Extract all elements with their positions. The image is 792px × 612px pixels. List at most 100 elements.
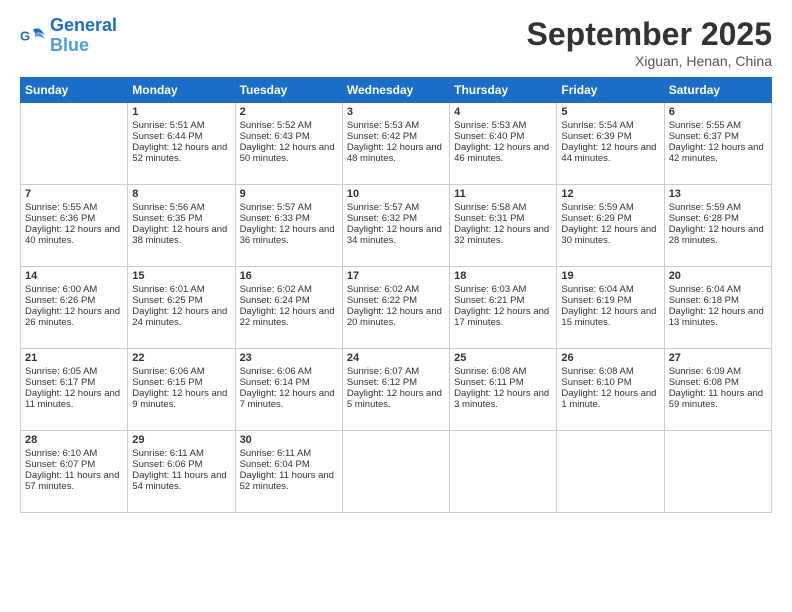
sunset-label: Sunset: 6:40 PM [454, 131, 524, 142]
sunset-label: Sunset: 6:35 PM [132, 213, 202, 224]
day-number: 27 [669, 352, 767, 364]
daylight-label: Daylight: 12 hours and 38 minutes. [132, 224, 227, 246]
sunrise-label: Sunrise: 6:00 AM [25, 284, 97, 295]
sunset-label: Sunset: 6:33 PM [240, 213, 310, 224]
calendar-day-cell: 24 Sunrise: 6:07 AM Sunset: 6:12 PM Dayl… [342, 349, 449, 431]
sunset-label: Sunset: 6:22 PM [347, 295, 417, 306]
sunrise-label: Sunrise: 6:11 AM [240, 448, 312, 459]
calendar-day-cell: 16 Sunrise: 6:02 AM Sunset: 6:24 PM Dayl… [235, 267, 342, 349]
sunset-label: Sunset: 6:12 PM [347, 377, 417, 388]
day-number: 10 [347, 188, 445, 200]
sunset-label: Sunset: 6:36 PM [25, 213, 95, 224]
logo-icon: G [20, 22, 48, 50]
weekday-header: Monday [128, 78, 235, 103]
calendar-day-cell: 10 Sunrise: 5:57 AM Sunset: 6:32 PM Dayl… [342, 185, 449, 267]
sunset-label: Sunset: 6:06 PM [132, 459, 202, 470]
day-number: 15 [132, 270, 230, 282]
sunrise-label: Sunrise: 5:54 AM [561, 120, 633, 131]
sunrise-label: Sunrise: 5:51 AM [132, 120, 204, 131]
day-number: 16 [240, 270, 338, 282]
sunrise-label: Sunrise: 5:56 AM [132, 202, 204, 213]
day-number: 13 [669, 188, 767, 200]
sunrise-label: Sunrise: 5:52 AM [240, 120, 312, 131]
daylight-label: Daylight: 11 hours and 52 minutes. [240, 470, 334, 492]
sunset-label: Sunset: 6:18 PM [669, 295, 739, 306]
sunrise-label: Sunrise: 6:04 AM [561, 284, 633, 295]
calendar-day-cell: 20 Sunrise: 6:04 AM Sunset: 6:18 PM Dayl… [664, 267, 771, 349]
sunset-label: Sunset: 6:31 PM [454, 213, 524, 224]
day-number: 6 [669, 106, 767, 118]
sunset-label: Sunset: 6:42 PM [347, 131, 417, 142]
day-number: 3 [347, 106, 445, 118]
sunset-label: Sunset: 6:10 PM [561, 377, 631, 388]
day-number: 12 [561, 188, 659, 200]
calendar-day-cell: 18 Sunrise: 6:03 AM Sunset: 6:21 PM Dayl… [450, 267, 557, 349]
sunset-label: Sunset: 6:29 PM [561, 213, 631, 224]
calendar-day-cell: 15 Sunrise: 6:01 AM Sunset: 6:25 PM Dayl… [128, 267, 235, 349]
daylight-label: Daylight: 12 hours and 1 minute. [561, 388, 656, 410]
sunset-label: Sunset: 6:21 PM [454, 295, 524, 306]
weekday-header: Saturday [664, 78, 771, 103]
sunset-label: Sunset: 6:25 PM [132, 295, 202, 306]
sunrise-label: Sunrise: 6:05 AM [25, 366, 97, 377]
calendar-week-row: 1 Sunrise: 5:51 AM Sunset: 6:44 PM Dayli… [21, 103, 772, 185]
calendar-day-cell: 29 Sunrise: 6:11 AM Sunset: 6:06 PM Dayl… [128, 431, 235, 513]
calendar-day-cell: 5 Sunrise: 5:54 AM Sunset: 6:39 PM Dayli… [557, 103, 664, 185]
calendar-day-cell: 9 Sunrise: 5:57 AM Sunset: 6:33 PM Dayli… [235, 185, 342, 267]
sunrise-label: Sunrise: 6:04 AM [669, 284, 741, 295]
day-number: 22 [132, 352, 230, 364]
daylight-label: Daylight: 12 hours and 26 minutes. [25, 306, 120, 328]
day-number: 2 [240, 106, 338, 118]
sunrise-label: Sunrise: 6:08 AM [454, 366, 526, 377]
calendar-day-cell: 7 Sunrise: 5:55 AM Sunset: 6:36 PM Dayli… [21, 185, 128, 267]
sunrise-label: Sunrise: 5:59 AM [561, 202, 633, 213]
daylight-label: Daylight: 12 hours and 30 minutes. [561, 224, 656, 246]
calendar-week-row: 21 Sunrise: 6:05 AM Sunset: 6:17 PM Dayl… [21, 349, 772, 431]
calendar-day-cell [21, 103, 128, 185]
daylight-label: Daylight: 12 hours and 17 minutes. [454, 306, 549, 328]
day-number: 8 [132, 188, 230, 200]
daylight-label: Daylight: 12 hours and 11 minutes. [25, 388, 120, 410]
day-number: 19 [561, 270, 659, 282]
sunrise-label: Sunrise: 5:55 AM [25, 202, 97, 213]
calendar-day-cell: 3 Sunrise: 5:53 AM Sunset: 6:42 PM Dayli… [342, 103, 449, 185]
daylight-label: Daylight: 12 hours and 9 minutes. [132, 388, 227, 410]
sunset-label: Sunset: 6:19 PM [561, 295, 631, 306]
daylight-label: Daylight: 12 hours and 42 minutes. [669, 142, 764, 164]
calendar-day-cell: 13 Sunrise: 5:59 AM Sunset: 6:28 PM Dayl… [664, 185, 771, 267]
location: Xiguan, Henan, China [527, 53, 772, 69]
daylight-label: Daylight: 12 hours and 22 minutes. [240, 306, 335, 328]
day-number: 21 [25, 352, 123, 364]
daylight-label: Daylight: 12 hours and 46 minutes. [454, 142, 549, 164]
day-number: 24 [347, 352, 445, 364]
sunrise-label: Sunrise: 6:10 AM [25, 448, 97, 459]
day-number: 30 [240, 434, 338, 446]
sunrise-label: Sunrise: 6:03 AM [454, 284, 526, 295]
logo-text: GeneralBlue [50, 16, 117, 56]
calendar-week-row: 28 Sunrise: 6:10 AM Sunset: 6:07 PM Dayl… [21, 431, 772, 513]
day-number: 18 [454, 270, 552, 282]
calendar-day-cell: 8 Sunrise: 5:56 AM Sunset: 6:35 PM Dayli… [128, 185, 235, 267]
day-number: 11 [454, 188, 552, 200]
calendar-day-cell: 25 Sunrise: 6:08 AM Sunset: 6:11 PM Dayl… [450, 349, 557, 431]
sunrise-label: Sunrise: 5:59 AM [669, 202, 741, 213]
sunrise-label: Sunrise: 5:58 AM [454, 202, 526, 213]
weekday-header: Thursday [450, 78, 557, 103]
calendar-day-cell: 12 Sunrise: 5:59 AM Sunset: 6:29 PM Dayl… [557, 185, 664, 267]
sunset-label: Sunset: 6:39 PM [561, 131, 631, 142]
sunrise-label: Sunrise: 6:06 AM [240, 366, 312, 377]
day-number: 20 [669, 270, 767, 282]
weekday-header: Wednesday [342, 78, 449, 103]
daylight-label: Daylight: 12 hours and 7 minutes. [240, 388, 335, 410]
daylight-label: Daylight: 12 hours and 3 minutes. [454, 388, 549, 410]
sunrise-label: Sunrise: 5:57 AM [240, 202, 312, 213]
calendar-day-cell [557, 431, 664, 513]
sunrise-label: Sunrise: 6:11 AM [132, 448, 204, 459]
daylight-label: Daylight: 12 hours and 52 minutes. [132, 142, 227, 164]
day-number: 17 [347, 270, 445, 282]
day-number: 4 [454, 106, 552, 118]
sunrise-label: Sunrise: 5:57 AM [347, 202, 419, 213]
calendar-day-cell: 14 Sunrise: 6:00 AM Sunset: 6:26 PM Dayl… [21, 267, 128, 349]
svg-text:G: G [20, 28, 30, 43]
daylight-label: Daylight: 11 hours and 59 minutes. [669, 388, 763, 410]
